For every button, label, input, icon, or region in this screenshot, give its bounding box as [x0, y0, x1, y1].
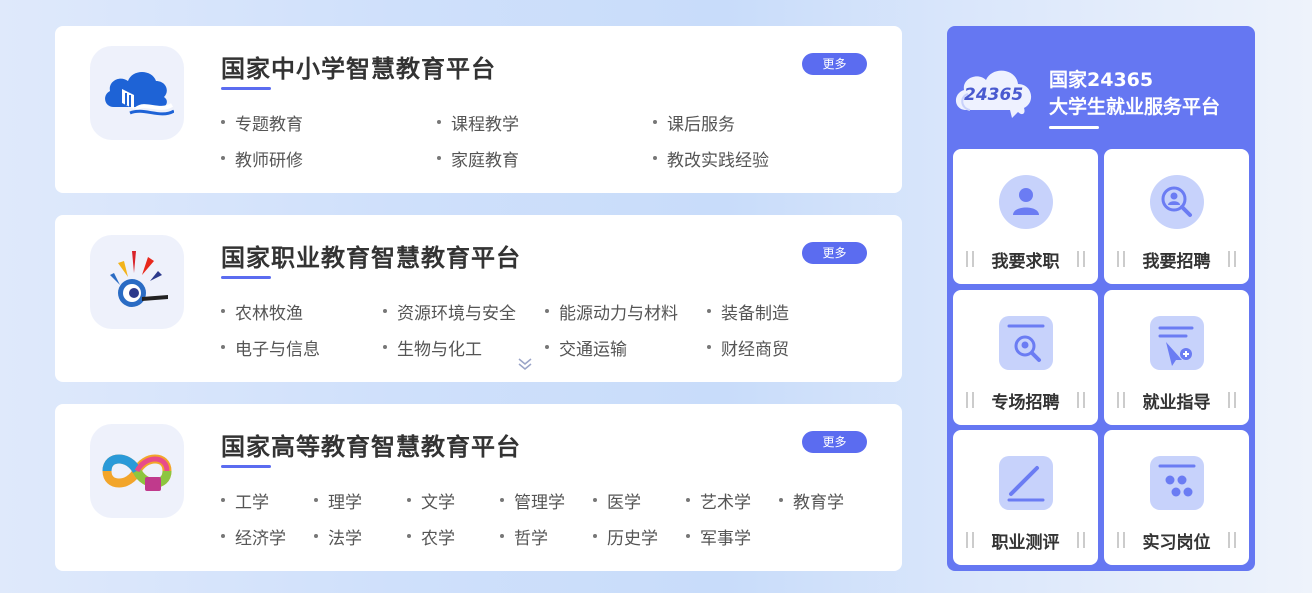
category-link[interactable]: 教师研修: [221, 146, 437, 171]
category-link[interactable]: 资源环境与安全: [383, 299, 545, 324]
category-link[interactable]: 能源动力与材料: [545, 299, 707, 324]
panel-title-underline: [1049, 126, 1099, 129]
category-link[interactable]: 工学: [221, 488, 314, 513]
tile-recruiting[interactable]: 我要招聘: [1104, 149, 1249, 284]
24365-logo-text: 24365: [964, 85, 1023, 105]
category-link[interactable]: 农学: [407, 524, 500, 549]
title-underline: [221, 465, 271, 468]
employment-guidance-icon: [1150, 316, 1204, 370]
k12-platform-title[interactable]: 国家中小学智慧教育平台: [221, 49, 496, 84]
employment-panel-title[interactable]: 国家24365 大学生就业服务平台: [1049, 67, 1220, 121]
category-link[interactable]: 历史学: [593, 524, 686, 549]
k12-more-button[interactable]: 更多: [802, 53, 867, 75]
cloud-book-icon: [105, 72, 174, 116]
higher-ed-platform-title[interactable]: 国家高等教育智慧教育平台: [221, 427, 521, 462]
k12-platform-logo[interactable]: [90, 46, 184, 140]
tile-job-seeking[interactable]: 我要求职: [953, 149, 1098, 284]
category-link[interactable]: 教育学: [779, 488, 872, 513]
category-link[interactable]: 经济学: [221, 524, 314, 549]
category-link[interactable]: 专题教育: [221, 110, 437, 135]
tile-internship[interactable]: 实习岗位: [1104, 430, 1249, 565]
vocational-more-button[interactable]: 更多: [802, 242, 867, 264]
panel-title-line1: 国家24365: [1049, 69, 1154, 91]
vocational-category-list: 农林牧渔 资源环境与安全 能源动力与材料 装备制造 电子与信息 生物与化工 交通…: [221, 293, 869, 365]
k12-category-list: 专题教育 课程教学 课后服务 教师研修 家庭教育 教改实践经验: [221, 104, 869, 176]
higher-ed-category-list: 工学 理学 文学 管理学 医学 艺术学 教育学 经济学 法学 农学 哲学 历史学…: [221, 482, 872, 554]
category-link[interactable]: 法学: [314, 524, 407, 549]
platform-card-higher-ed: 国家高等教育智慧教育平台 更多 工学 理学 文学 管理学 医学 艺术学 教育学 …: [55, 404, 902, 571]
category-link[interactable]: 哲学: [500, 524, 593, 549]
category-link[interactable]: 电子与信息: [221, 335, 383, 360]
career-assessment-icon: [999, 456, 1053, 510]
platform-card-k12: 国家中小学智慧教育平台 更多 专题教育 课程教学 课后服务 教师研修 家庭教育 …: [55, 26, 902, 193]
tile-special-recruitment[interactable]: 专场招聘: [953, 290, 1098, 425]
tile-career-assessment[interactable]: 职业测评: [953, 430, 1098, 565]
category-link[interactable]: 教改实践经验: [653, 146, 869, 171]
job-seeker-icon: [999, 175, 1053, 229]
vocational-platform-logo[interactable]: [90, 235, 184, 329]
category-link[interactable]: 军事学: [686, 524, 779, 549]
tile-employment-guidance[interactable]: 就业指导: [1104, 290, 1249, 425]
category-link[interactable]: 艺术学: [686, 488, 779, 513]
title-underline: [221, 276, 271, 279]
platform-card-vocational: 国家职业教育智慧教育平台 更多 农林牧渔 资源环境与安全 能源动力与材料 装备制…: [55, 215, 902, 382]
category-link[interactable]: 课后服务: [653, 110, 869, 135]
category-link[interactable]: 理学: [314, 488, 407, 513]
category-link[interactable]: 管理学: [500, 488, 593, 513]
category-link[interactable]: 装备制造: [707, 299, 869, 324]
category-link[interactable]: 交通运输: [545, 335, 707, 360]
category-link[interactable]: 农林牧渔: [221, 299, 383, 324]
title-underline: [221, 87, 271, 90]
vocational-logo-icon: [110, 251, 168, 307]
vocational-platform-title[interactable]: 国家职业教育智慧教育平台: [221, 238, 521, 273]
infinity-logo-icon: [102, 454, 172, 491]
internship-icon: [1150, 456, 1204, 510]
panel-title-line2: 大学生就业服务平台: [1049, 96, 1221, 118]
24365-cloud-logo[interactable]: 24365: [952, 62, 1038, 120]
category-link[interactable]: 财经商贸: [707, 335, 869, 360]
category-link[interactable]: 课程教学: [437, 110, 653, 135]
employment-service-panel: 24365 国家24365 大学生就业服务平台 我要求职 我要招聘 专场招聘 就…: [947, 26, 1255, 571]
special-recruitment-icon: [999, 316, 1053, 370]
category-link[interactable]: 文学: [407, 488, 500, 513]
higher-ed-more-button[interactable]: 更多: [802, 431, 867, 453]
expand-chevron-icon[interactable]: [517, 356, 533, 372]
category-link[interactable]: 医学: [593, 488, 686, 513]
category-link[interactable]: 家庭教育: [437, 146, 653, 171]
higher-ed-platform-logo[interactable]: [90, 424, 184, 518]
recruit-search-icon: [1150, 175, 1204, 229]
